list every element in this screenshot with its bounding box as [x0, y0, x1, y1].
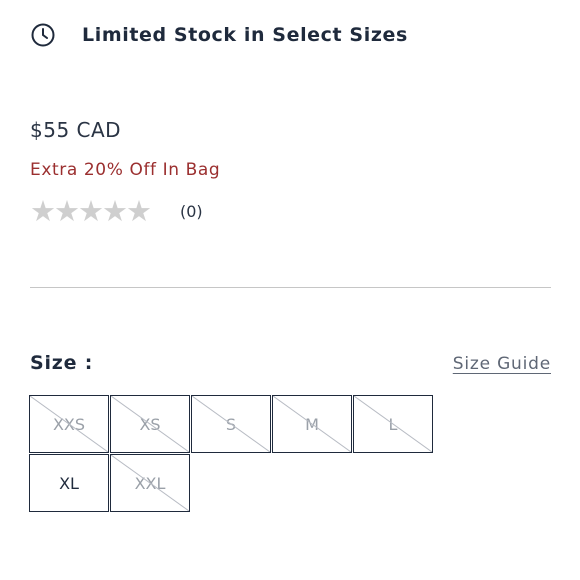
star-icon: ★	[78, 194, 104, 228]
product-price: $55 CAD	[30, 118, 122, 142]
size-option-label: XXS	[52, 414, 86, 434]
size-option-label: XL	[59, 473, 79, 493]
size-guide-link[interactable]: Size Guide	[453, 354, 551, 374]
star-icon: ★	[30, 194, 56, 228]
promo-text: Extra 20% Off In Bag	[30, 160, 221, 180]
size-option-label: M	[305, 414, 319, 434]
stock-notice-text: Limited Stock in Select Sizes	[82, 24, 408, 46]
size-option-m[interactable]: M	[272, 395, 352, 453]
size-label: Size :	[30, 352, 94, 374]
size-option-s[interactable]: S	[191, 395, 271, 453]
stock-notice: Limited Stock in Select Sizes	[30, 22, 408, 48]
size-option-xxs[interactable]: XXS	[29, 395, 109, 453]
review-count[interactable]: (0)	[180, 202, 203, 221]
rating[interactable]: ★ ★ ★ ★ ★ (0)	[30, 196, 203, 226]
star-icon: ★	[126, 194, 152, 228]
size-option-label: L	[388, 414, 398, 434]
star-icon: ★	[54, 194, 80, 228]
size-option-label: XS	[139, 414, 161, 434]
size-option-xxl[interactable]: XXL	[110, 454, 190, 512]
divider	[30, 287, 551, 288]
size-option-l[interactable]: L	[353, 395, 433, 453]
clock-icon	[30, 22, 56, 48]
size-option-label: S	[225, 414, 237, 434]
size-option-xl[interactable]: XL	[29, 454, 109, 512]
size-option-xs[interactable]: XS	[110, 395, 190, 453]
star-rating: ★ ★ ★ ★ ★	[30, 194, 152, 228]
size-option-label: XXL	[134, 473, 166, 493]
star-icon: ★	[102, 194, 128, 228]
size-selector: XXS XS S M L XL XXL	[29, 395, 513, 513]
